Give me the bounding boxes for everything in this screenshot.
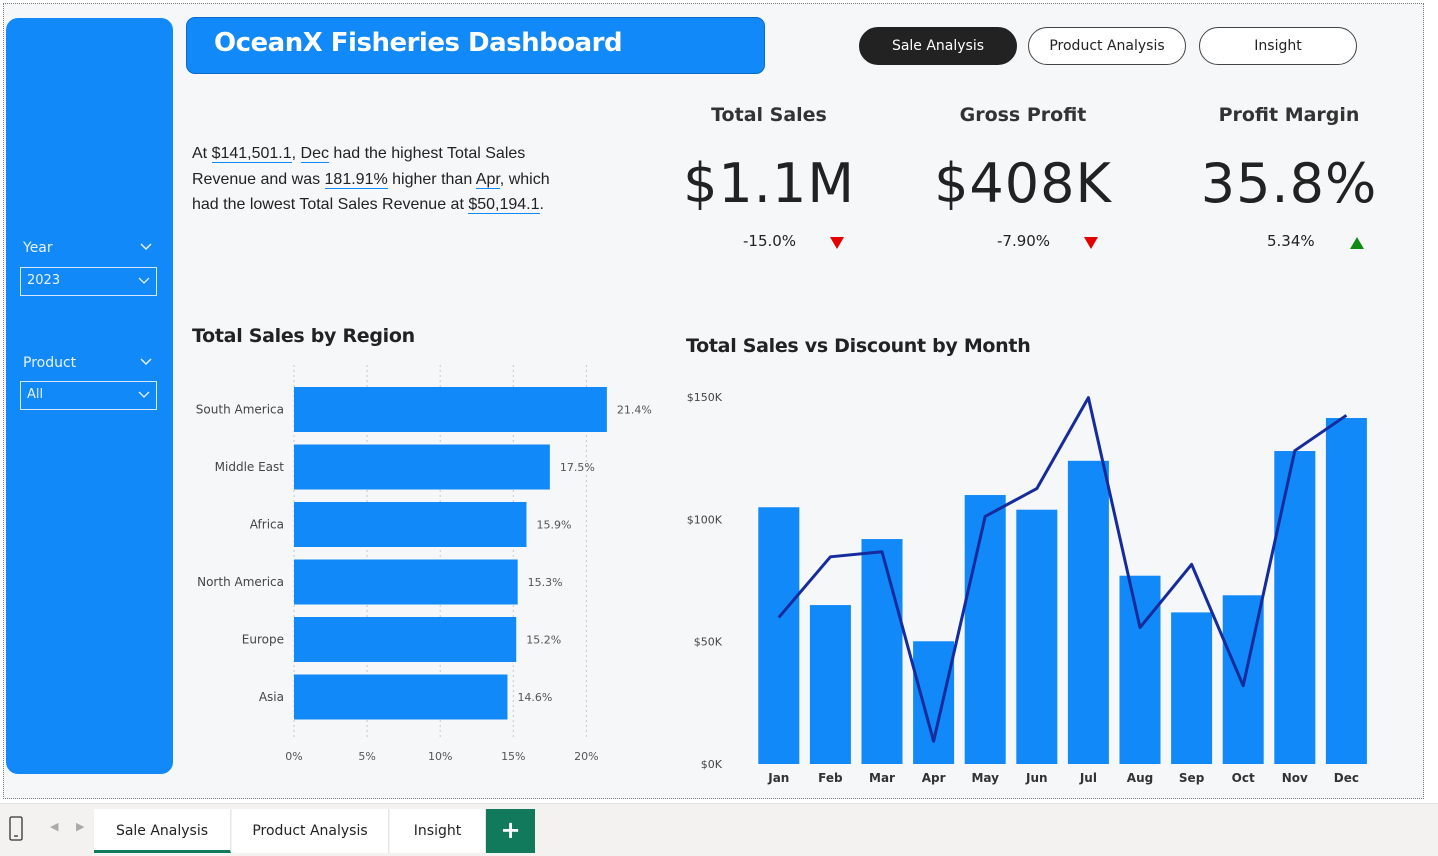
x-tick-label: Sep xyxy=(1179,771,1205,785)
year-dropdown-value: 2023 xyxy=(27,273,61,288)
nav-insight-button[interactable]: Insight xyxy=(1199,27,1357,65)
dashboard-title-banner: OceanX Fisheries Dashboard xyxy=(186,17,765,74)
region-chart-title: Total Sales by Region xyxy=(192,325,415,347)
kpi-profit-margin-title: Profit Margin xyxy=(1218,104,1360,126)
bar xyxy=(1119,575,1161,764)
bar xyxy=(861,539,903,764)
x-tick-label: 20% xyxy=(574,750,598,763)
y-category-label: Europe xyxy=(242,633,284,647)
tab-insight[interactable]: Insight xyxy=(390,809,486,853)
x-tick-label: 0% xyxy=(285,750,302,763)
y-tick-label: $150K xyxy=(687,391,723,404)
bar xyxy=(1171,612,1213,764)
y-tick-label: $0K xyxy=(701,758,723,771)
y-tick-label: $50K xyxy=(694,636,723,649)
y-category-label: South America xyxy=(196,403,284,417)
y-tick-label: $100K xyxy=(687,513,723,526)
phone-layout-icon[interactable] xyxy=(8,816,24,842)
narrative-highlight: Apr xyxy=(475,170,500,189)
x-tick-label: 10% xyxy=(428,750,452,763)
year-slicer-label: Year xyxy=(23,240,53,256)
y-category-label: Asia xyxy=(259,690,284,704)
bar xyxy=(809,605,851,764)
kpi-profit-margin-change: 5.34% xyxy=(1267,232,1315,250)
product-slicer-label: Product xyxy=(23,355,77,371)
nav-product-analysis-button[interactable]: Product Analysis xyxy=(1028,27,1186,65)
bar xyxy=(1274,451,1316,764)
monthly-chart-title: Total Sales vs Discount by Month xyxy=(686,335,1031,357)
x-tick-label: May xyxy=(971,771,999,785)
narrative-text: , xyxy=(291,145,301,162)
trend-down-icon xyxy=(1084,237,1098,249)
narrative-highlight: $141,501.1 xyxy=(211,145,292,163)
data-label: 15.3% xyxy=(528,576,563,589)
tab-product-analysis[interactable]: Product Analysis xyxy=(232,809,389,853)
x-tick-label: Feb xyxy=(818,771,843,785)
x-tick-label: Mar xyxy=(869,771,895,785)
x-tick-label: Dec xyxy=(1334,771,1359,785)
kpi-gross-profit-value: $408K xyxy=(934,152,1112,215)
bar xyxy=(913,641,955,764)
bar xyxy=(294,387,607,432)
data-label: 21.4% xyxy=(617,404,652,417)
bar xyxy=(758,507,800,764)
bar xyxy=(1016,509,1058,764)
add-page-button[interactable]: + xyxy=(486,809,535,853)
bar xyxy=(294,502,527,547)
nav-sale-analysis-button[interactable]: Sale Analysis xyxy=(859,27,1017,65)
narrative-highlight: $50,194.1 xyxy=(468,196,540,214)
tab-sale-analysis[interactable]: Sale Analysis xyxy=(94,809,231,853)
trend-down-icon xyxy=(830,237,844,249)
region-bar-chart: 0% 5% 10% 15% 20% South America 21.4% Middle Ea… xyxy=(196,365,652,763)
bar xyxy=(294,559,518,605)
x-tick-label: Nov xyxy=(1282,771,1308,785)
year-dropdown[interactable]: 2023 xyxy=(20,267,157,296)
x-tick-label: Jun xyxy=(1025,771,1048,785)
product-dropdown-value: All xyxy=(27,387,44,402)
product-dropdown[interactable]: All xyxy=(20,381,157,410)
y-category-label: Africa xyxy=(250,518,284,532)
bar xyxy=(294,444,550,490)
kpi-total-sales-value: $1.1M xyxy=(683,152,855,215)
product-slicer-collapse-icon[interactable] xyxy=(139,355,153,369)
narrative-text: . xyxy=(539,196,544,213)
y-category-label: Middle East xyxy=(215,460,285,474)
x-tick-label: Oct xyxy=(1232,771,1255,785)
x-tick-label: Apr xyxy=(922,771,946,785)
bar xyxy=(1067,460,1109,764)
kpi-total-sales-change: -15.0% xyxy=(743,232,797,250)
chevron-left-icon[interactable]: ◀ xyxy=(50,820,58,833)
year-slicer-collapse-icon[interactable] xyxy=(139,240,153,254)
smart-narrative: At $141,501.1, Dec had the highest Total… xyxy=(192,141,562,218)
bar xyxy=(964,495,1006,764)
narrative-highlight: 181.91% xyxy=(324,170,388,189)
kpi-total-sales-title: Total Sales xyxy=(711,104,827,126)
data-label: 15.9% xyxy=(536,519,571,532)
kpi-gross-profit-change: -7.90% xyxy=(997,232,1051,250)
x-tick-label: Jan xyxy=(767,771,789,785)
chevron-down-icon xyxy=(138,391,150,398)
bar xyxy=(294,674,508,720)
bar xyxy=(294,617,517,662)
x-tick-label: 5% xyxy=(358,750,375,763)
kpi-gross-profit-title: Gross Profit xyxy=(959,104,1087,126)
trend-up-icon xyxy=(1350,237,1364,249)
data-label: 17.5% xyxy=(560,461,595,474)
chevron-right-icon[interactable]: ▶ xyxy=(76,820,84,833)
bar xyxy=(1325,418,1367,764)
x-tick-label: Jul xyxy=(1079,771,1097,785)
narrative-text: At xyxy=(192,145,212,162)
chevron-down-icon xyxy=(138,277,150,284)
narrative-text: higher than xyxy=(387,170,476,188)
x-tick-label: Aug xyxy=(1127,771,1153,785)
narrative-highlight: Dec xyxy=(300,145,329,163)
monthly-combo-chart: $0K $50K $100K $150K Jan Feb Mar Apr May Jun Jul Au… xyxy=(687,391,1367,785)
data-label: 14.6% xyxy=(517,691,552,704)
page-title: OceanX Fisheries Dashboard xyxy=(214,28,623,58)
page-tab-bar: ◀ ▶ Sale Analysis Product Analysis Insig… xyxy=(0,803,1438,856)
y-category-label: North America xyxy=(197,575,284,589)
data-label: 15.2% xyxy=(526,634,561,647)
x-tick-label: 15% xyxy=(501,750,525,763)
kpi-profit-margin-value: 35.8% xyxy=(1200,152,1378,215)
